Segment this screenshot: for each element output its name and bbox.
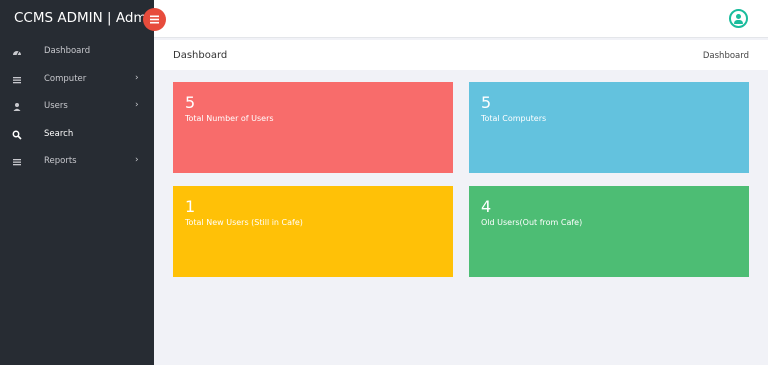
sidebar-item-dashboard[interactable]: Dashboard bbox=[0, 38, 154, 66]
sidebar: CCMS ADMIN | Admin Dashboard Computer › bbox=[0, 0, 159, 365]
sidebar-item-label: Dashboard bbox=[44, 46, 91, 56]
chevron-right-icon: › bbox=[135, 155, 139, 165]
sidebar-item-reports[interactable]: Reports › bbox=[0, 148, 154, 176]
menu-toggle-icon bbox=[150, 15, 159, 24]
chevron-right-icon: › bbox=[135, 100, 139, 110]
sidebar-item-label: Computer bbox=[44, 73, 87, 84]
stat-label: Total Computers bbox=[481, 114, 547, 123]
stat-card-new-users: 1 Total New Users (Still in Cafe) bbox=[173, 186, 453, 277]
computer-icon bbox=[13, 76, 21, 83]
reports-icon bbox=[13, 159, 21, 166]
brand-bar: CCMS ADMIN | Admin bbox=[0, 0, 159, 38]
sidebar-item-computer[interactable]: Computer › bbox=[0, 66, 154, 94]
stat-card-old-users: 4 Old Users(Out from Cafe) bbox=[469, 186, 749, 277]
user-avatar-icon-body bbox=[734, 20, 743, 24]
top-header bbox=[154, 0, 768, 38]
stat-value: 5 bbox=[185, 93, 196, 112]
search-icon bbox=[12, 130, 22, 140]
stat-label: Total New Users (Still in Cafe) bbox=[185, 218, 303, 227]
sidebar-item-users[interactable]: Users › bbox=[0, 93, 154, 121]
user-avatar-icon bbox=[736, 13, 741, 19]
chevron-right-icon: › bbox=[135, 72, 139, 83]
brand-title[interactable]: CCMS ADMIN | Admin bbox=[14, 10, 159, 26]
user-icon bbox=[13, 103, 21, 111]
stat-value: 4 bbox=[481, 197, 492, 216]
sidebar-item-label: Users bbox=[44, 101, 68, 111]
stat-value: 1 bbox=[185, 197, 196, 216]
stat-label: Total Number of Users bbox=[185, 114, 274, 123]
user-avatar-button[interactable] bbox=[729, 9, 748, 28]
sidebar-item-label: Search bbox=[44, 128, 74, 139]
page-title: Dashboard bbox=[173, 50, 228, 61]
sidebar-item-search[interactable]: Search bbox=[0, 121, 154, 149]
dashboard-icon bbox=[13, 51, 21, 56]
stat-label: Old Users(Out from Cafe) bbox=[481, 218, 583, 227]
stat-card-total-users: 5 Total Number of Users bbox=[173, 82, 453, 173]
breadcrumb-bar: Dashboard Dashboard bbox=[154, 40, 768, 70]
sidebar-menu: Dashboard Computer › Users › Search Repo… bbox=[0, 38, 154, 176]
stat-card-total-computers: 5 Total Computers bbox=[469, 82, 749, 173]
menu-toggle-button[interactable] bbox=[143, 8, 166, 31]
stat-value: 5 bbox=[481, 93, 492, 112]
breadcrumb[interactable]: Dashboard bbox=[703, 51, 749, 61]
sidebar-item-label: Reports bbox=[44, 156, 77, 166]
